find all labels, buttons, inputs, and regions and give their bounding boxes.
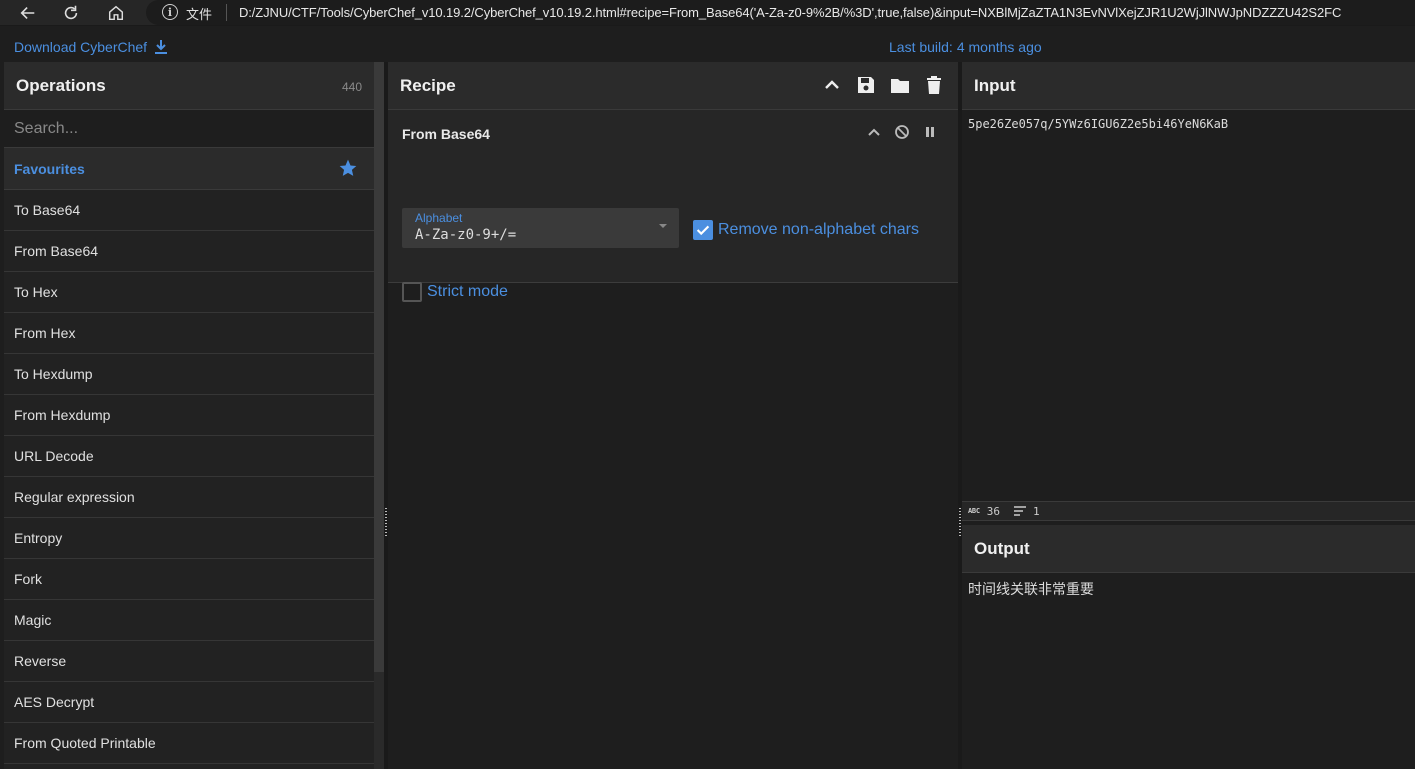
- operation-item[interactable]: To Hexdump: [4, 354, 374, 395]
- operations-title: Operations: [16, 75, 106, 95]
- favourites-label: Favourites: [14, 160, 85, 177]
- operation-item[interactable]: From Quoted Printable: [4, 723, 374, 764]
- checkmark-icon: [696, 225, 710, 236]
- input-line-count: 1: [1033, 504, 1040, 518]
- download-label: Download CyberChef: [14, 39, 148, 55]
- home-button[interactable]: [103, 1, 129, 25]
- operation-controls: [866, 124, 938, 140]
- recipe-toolbar: [822, 75, 944, 95]
- operation-item[interactable]: From Base64: [4, 231, 374, 272]
- operation-item[interactable]: To Base64: [4, 190, 374, 231]
- output-title: Output: [974, 538, 1030, 558]
- strict-mode-label[interactable]: Strict mode: [427, 283, 508, 301]
- recipe-operation-title: From Base64: [402, 126, 490, 142]
- operation-item[interactable]: AES Decrypt: [4, 682, 374, 723]
- url-text[interactable]: D:/ZJNU/CTF/Tools/CyberChef_v10.19.2/Cyb…: [239, 5, 1341, 20]
- last-build-value: 4 months ago: [956, 39, 1042, 55]
- search-input[interactable]: [14, 119, 354, 138]
- info-icon[interactable]: i: [162, 4, 178, 20]
- operation-item[interactable]: From Hex: [4, 313, 374, 354]
- remove-nonalpha-option[interactable]: Remove non-alphabet chars: [693, 220, 919, 240]
- operation-item[interactable]: Entropy: [4, 518, 374, 559]
- strict-mode-option[interactable]: Strict mode: [402, 282, 508, 302]
- input-header: Input: [962, 62, 1415, 110]
- last-build-label: Last build:: [889, 39, 953, 55]
- operations-scroll-thumb[interactable]: [374, 62, 384, 672]
- chevron-up-icon[interactable]: [866, 124, 882, 140]
- browser-toolbar: i 文件 D:/ZJNU/CTF/Tools/CyberChef_v10.19.…: [0, 0, 1415, 26]
- address-bar[interactable]: i 文件 D:/ZJNU/CTF/Tools/CyberChef_v10.19.…: [146, 0, 1415, 25]
- operation-item[interactable]: URL Decode: [4, 436, 374, 477]
- file-label: 文件: [186, 8, 213, 23]
- chevron-up-icon[interactable]: [822, 75, 842, 95]
- operations-header: Operations 440: [4, 62, 374, 110]
- reload-button[interactable]: [58, 1, 84, 25]
- cyberchef-banner: Download CyberChef Last build: 4 months a…: [0, 27, 1415, 61]
- lines-icon: [1014, 506, 1026, 516]
- recipe-title: Recipe: [400, 75, 456, 95]
- operation-item[interactable]: Reverse: [4, 641, 374, 682]
- pause-icon[interactable]: [922, 124, 938, 140]
- strict-mode-checkbox[interactable]: [402, 282, 422, 302]
- alphabet-label: Alphabet: [415, 211, 463, 225]
- address-divider: [226, 4, 227, 21]
- input-status-bar: ABC 36 1: [962, 501, 1415, 521]
- home-icon: [108, 5, 124, 21]
- operation-item[interactable]: To Hex: [4, 272, 374, 313]
- resize-grip[interactable]: [959, 508, 961, 538]
- alphabet-value: A-Za-z0-9+/=: [415, 227, 517, 243]
- reload-icon: [64, 5, 78, 20]
- last-build-info[interactable]: Last build: 4 months ago: [889, 39, 1042, 55]
- caret-down-icon: [659, 224, 667, 228]
- output-header: Output: [962, 525, 1415, 573]
- resize-grip[interactable]: [385, 508, 387, 538]
- input-char-count: 36: [986, 504, 1000, 518]
- download-cyberchef-link[interactable]: Download CyberChef: [14, 39, 169, 55]
- recipe-panel: Recipe From Base64 Alphabet A-Za-z0-9+/=…: [388, 62, 958, 769]
- operations-count: 440: [341, 80, 362, 94]
- download-icon: [155, 40, 168, 54]
- save-icon[interactable]: [856, 75, 876, 95]
- operation-item[interactable]: Magic: [4, 600, 374, 641]
- search-box: [4, 110, 374, 148]
- recipe-header: Recipe: [388, 62, 958, 110]
- input-panel: Input 5pe26Ze057q/5YWz6IGU6Z2e5bi46YeN6K…: [962, 62, 1415, 501]
- operation-item[interactable]: Regular expression: [4, 477, 374, 518]
- folder-icon[interactable]: [890, 75, 910, 95]
- abc-icon: ABC: [968, 507, 980, 515]
- input-textarea[interactable]: 5pe26Ze057q/5YWz6IGU6Z2e5bi46YeN6KaB: [962, 110, 1415, 138]
- disable-icon[interactable]: [894, 124, 910, 140]
- favourites-category[interactable]: Favourites: [4, 148, 374, 190]
- back-button[interactable]: [15, 1, 41, 25]
- trash-icon[interactable]: [924, 75, 944, 95]
- arrow-left-icon: [20, 7, 35, 19]
- alphabet-select[interactable]: Alphabet A-Za-z0-9+/=: [402, 208, 679, 248]
- operations-panel: Operations 440 Favourites To Base64 From…: [4, 62, 374, 769]
- remove-nonalpha-checkbox[interactable]: [693, 220, 713, 240]
- remove-nonalpha-label[interactable]: Remove non-alphabet chars: [718, 221, 919, 239]
- input-title: Input: [974, 75, 1016, 95]
- operation-item[interactable]: Fork: [4, 559, 374, 600]
- output-text[interactable]: 时间线关联非常重要: [962, 573, 1415, 605]
- recipe-operation-card: From Base64 Alphabet A-Za-z0-9+/= Remove…: [388, 110, 958, 302]
- output-panel: Output 时间线关联非常重要: [962, 525, 1415, 769]
- star-icon[interactable]: [338, 158, 358, 178]
- operation-item[interactable]: From Hexdump: [4, 395, 374, 436]
